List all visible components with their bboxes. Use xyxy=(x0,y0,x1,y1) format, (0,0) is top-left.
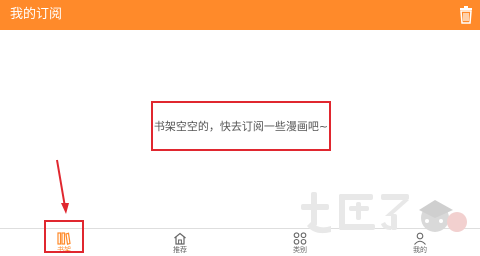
watermark-logo xyxy=(301,192,467,234)
home-icon xyxy=(174,232,186,245)
empty-state-box: 书架空空的，快去订阅一些漫画吧~ xyxy=(151,101,331,151)
tab-label: 推荐 xyxy=(173,246,187,254)
page-title: 我的订阅 xyxy=(10,7,63,22)
empty-state-message: 书架空空的，快去订阅一些漫画吧~ xyxy=(153,120,329,133)
tab-recommend[interactable]: 推荐 xyxy=(120,229,240,256)
trash-icon[interactable] xyxy=(458,6,474,24)
top-bar: 我的订阅 xyxy=(0,0,480,30)
tab-label: 我的 xyxy=(413,246,427,254)
highlight-box xyxy=(44,220,84,253)
tab-label: 类别 xyxy=(293,246,307,254)
